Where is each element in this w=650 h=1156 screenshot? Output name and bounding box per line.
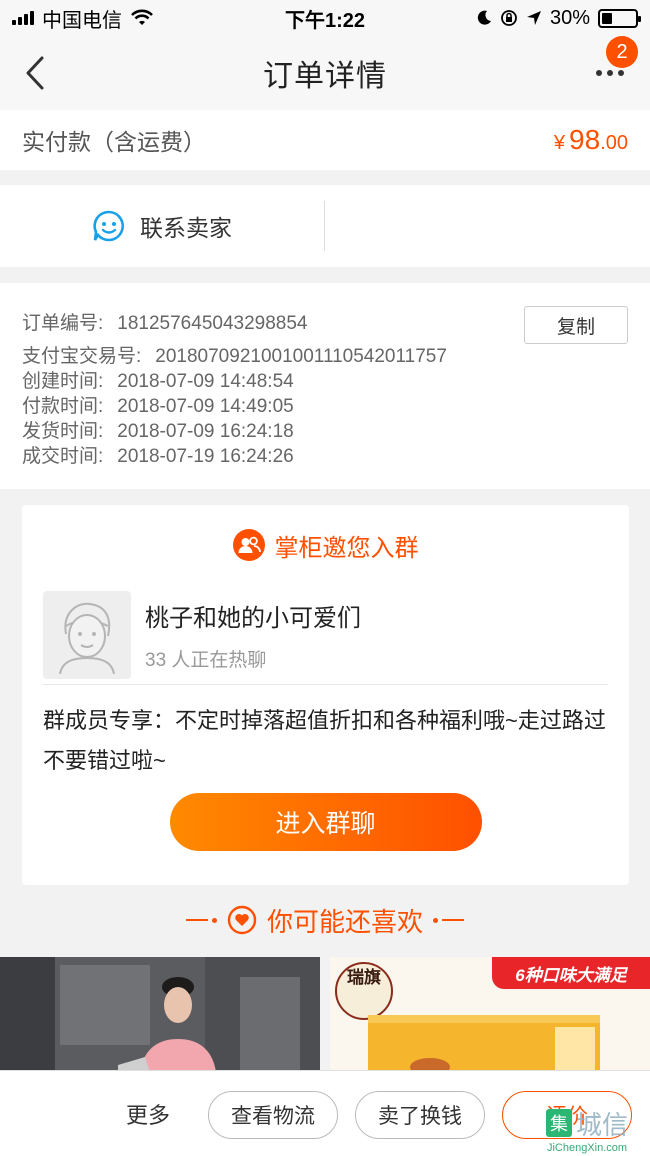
contact-seller-button[interactable]: 联系卖家: [0, 201, 325, 251]
carrier-label: 中国电信: [42, 9, 122, 32]
recommend-product-2[interactable]: 瑞旗 6种口味大满足: [330, 957, 650, 1072]
group-name: 桃子和她的小可爱们: [145, 604, 361, 632]
amount-integer: 98: [569, 124, 601, 155]
alipay-number-row: 支付宝交易号: 2018070921001001110542011757: [22, 344, 628, 369]
message-badge: 2: [606, 36, 638, 68]
battery-fill: [602, 12, 612, 24]
status-bar: 中国电信 下午1:22 30%: [0, 0, 650, 36]
moon-icon: [477, 10, 491, 25]
shipped-time-row: 发货时间: 2018-07-09 16:24:18: [22, 419, 628, 444]
signal-icon: [12, 11, 34, 25]
alipay-number-label: 支付宝交易号:: [22, 346, 142, 367]
currency-symbol: ¥: [553, 132, 566, 154]
created-time-row: 创建时间: 2018-07-09 14:48:54: [22, 369, 628, 394]
recommend-header: 你可能还喜欢: [0, 885, 650, 955]
alipay-number-value: 2018070921001001110542011757: [155, 346, 447, 367]
order-number-value: 181257645043298854: [117, 313, 308, 334]
battery-percent: 30%: [549, 6, 590, 29]
order-number-label: 订单编号:: [22, 313, 104, 334]
status-left: 中国电信: [12, 4, 154, 33]
avatar-placeholder-icon: [59, 602, 115, 674]
status-right: 30%: [476, 6, 641, 30]
paid-time-value: 2018-07-09 14:49:05: [117, 396, 294, 417]
promo-badge: 6种口味大满足: [492, 957, 650, 989]
page-title: 订单详情: [263, 60, 387, 93]
amount-decimal: .00: [600, 132, 628, 154]
payment-amount: ¥ 98 .00: [554, 124, 628, 156]
orientation-lock-icon: [501, 10, 517, 26]
group-text: 桃子和她的小可爱们 33 人正在热聊: [145, 598, 361, 672]
brand-logo: 瑞旗: [347, 968, 381, 988]
group-info[interactable]: 桃子和她的小可爱们 33 人正在热聊: [43, 585, 608, 685]
group-invite-card: 掌柜邀您入群 桃子和她的小可爱们 33 人正在热聊 群成员专享：不定时掉落超值折…: [22, 505, 629, 885]
more-dots-icon: [618, 70, 624, 76]
group-invite-title: 掌柜邀您入群: [274, 534, 419, 562]
group-people-icon: [232, 529, 265, 561]
battery-icon: [598, 8, 641, 28]
contact-row: 联系卖家: [0, 185, 650, 267]
group-invite-header: 掌柜邀您入群: [43, 505, 608, 585]
divider-left: [185, 917, 217, 923]
more-actions-link[interactable]: 更多: [126, 1098, 170, 1130]
more-dots-icon: [607, 70, 613, 76]
completed-time-label: 成交时间:: [22, 446, 104, 467]
payment-row: 实付款（含运费） ¥ 98 .00: [0, 110, 650, 170]
payment-label: 实付款（含运费）: [22, 129, 206, 155]
created-time-label: 创建时间:: [22, 371, 104, 392]
nav-bar: 订单详情 2: [0, 36, 650, 110]
completed-time-row: 成交时间: 2018-07-19 16:24:26: [22, 444, 628, 469]
group-member-count: 33 人正在热聊: [145, 649, 267, 671]
chevron-left-icon: [26, 56, 44, 90]
contact-seller-label: 联系卖家: [140, 215, 232, 241]
recommend-product-1[interactable]: [0, 957, 320, 1072]
back-button[interactable]: [20, 56, 50, 90]
paid-time-label: 付款时间:: [22, 396, 104, 417]
recommend-title: 你可能还喜欢: [266, 906, 423, 937]
shipped-time-label: 发货时间:: [22, 421, 104, 442]
copy-order-number-button[interactable]: 复制: [524, 306, 628, 344]
chat-smile-icon: [93, 210, 125, 242]
divider-right: [433, 917, 464, 923]
heart-icon: [227, 905, 257, 935]
order-info-section: 订单编号: 181257645043298854 支付宝交易号: 201807092…: [0, 283, 650, 489]
bottom-action-bar: 更多 查看物流 卖了换钱 评价: [0, 1070, 650, 1156]
paid-time-row: 付款时间: 2018-07-09 14:49:05: [22, 394, 628, 419]
view-logistics-button[interactable]: 查看物流: [208, 1091, 338, 1139]
completed-time-value: 2018-07-19 16:24:26: [117, 446, 294, 467]
resell-button[interactable]: 卖了换钱: [355, 1091, 485, 1139]
product-photo-image: [0, 957, 320, 1072]
created-time-value: 2018-07-09 14:48:54: [117, 371, 294, 392]
join-group-button[interactable]: 进入群聊: [169, 793, 482, 851]
group-avatar: [43, 590, 131, 679]
location-icon: [526, 11, 541, 25]
shipped-time-value: 2018-07-09 16:24:18: [117, 421, 294, 442]
review-button[interactable]: 评价: [502, 1091, 632, 1139]
wifi-icon: [131, 9, 153, 25]
more-dots-icon: [596, 70, 602, 76]
group-description: 群成员专享：不定时掉落超值折扣和各种福利哦~走过路过不要错过啦~: [43, 708, 606, 773]
